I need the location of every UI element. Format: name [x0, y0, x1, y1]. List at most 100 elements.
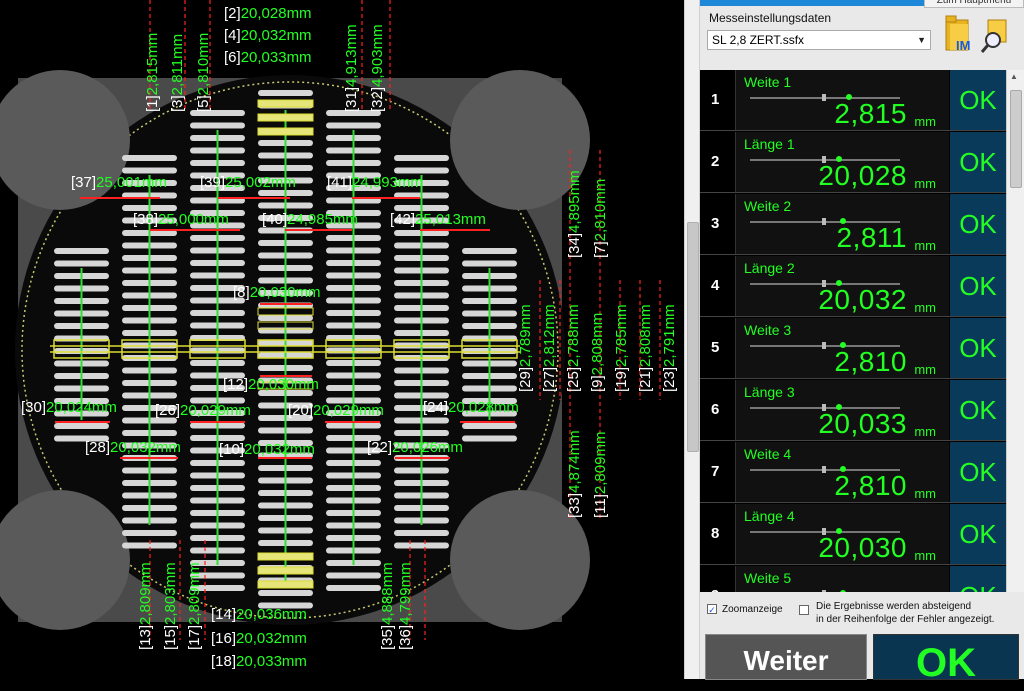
- slot: [326, 572, 381, 579]
- result-row[interactable]: 3 Weite 2 2,811 mm OK: [700, 194, 1006, 255]
- result-name: Länge 3: [744, 384, 795, 400]
- scroll-up-icon[interactable]: ▲: [1010, 72, 1018, 81]
- measurement-index: [37]: [71, 174, 97, 191]
- measurement-label: [42]25,013mm: [390, 212, 486, 228]
- measurement-label: [22]20,026mm: [367, 440, 463, 456]
- measurement-label: [14]20,036mm: [211, 607, 307, 623]
- main-menu-tab[interactable]: Zum Hauptmenü: [924, 0, 1024, 8]
- measurement-index: [8]: [233, 284, 250, 301]
- measured-marker: [840, 590, 846, 592]
- measurement-label: [39]25,002mm: [200, 175, 296, 191]
- measurement-value: 4,913mm: [343, 24, 360, 87]
- slot: [326, 585, 381, 591]
- measurement-label: [41]24,993mm: [327, 175, 423, 191]
- measurement-value: 20,032mm: [110, 439, 181, 456]
- result-number: 2: [711, 153, 720, 170]
- result-status: OK: [950, 318, 1006, 378]
- result-value: 2,815: [834, 98, 907, 129]
- sort-checkbox-box[interactable]: [799, 605, 809, 615]
- zoom-checkbox-box[interactable]: ✓: [707, 604, 717, 615]
- measured-slot: [257, 127, 314, 136]
- result-status: OK: [950, 132, 1006, 192]
- result-number: 1: [711, 91, 720, 108]
- measurement-index: [38]: [133, 211, 159, 228]
- measurement-label: [7]2,810mm: [592, 179, 609, 258]
- result-row[interactable]: 6 Länge 3 20,033 mm OK: [700, 380, 1006, 441]
- result-detail: Weite 4 2,810 mm: [735, 442, 949, 502]
- result-detail: Länge 4 20,030 mm: [735, 504, 949, 564]
- results-list[interactable]: 1 Weite 1 2,815 mm OK 2 Länge 1 20,028 m…: [700, 70, 1006, 592]
- measured-slot: [257, 566, 314, 575]
- result-name: Weite 3: [744, 322, 792, 338]
- measurement-label: [23]2,791mm: [661, 304, 678, 392]
- measurement-label: [40]24,985mm: [262, 212, 358, 228]
- result-status: OK: [950, 442, 1006, 502]
- measurement-value: 4,895mm: [566, 170, 583, 233]
- chevron-down-icon: ▼: [917, 35, 926, 45]
- slot: [394, 155, 449, 161]
- tolerance-marker: [822, 466, 826, 473]
- result-unit: mm: [914, 176, 936, 191]
- measurement-value: 2,791mm: [661, 304, 678, 367]
- measurement-label: [1]2,815mm: [144, 33, 161, 112]
- measurement-label: [24]20,028mm: [423, 400, 519, 416]
- result-value: 20,033: [818, 408, 907, 439]
- view-scrollbar-thumb[interactable]: [687, 222, 699, 452]
- measurement-value: 2,811mm: [169, 33, 186, 96]
- measurement-value: 2,789mm: [517, 304, 534, 367]
- measured-slot: [257, 580, 314, 589]
- measurement-index: [23]: [661, 366, 678, 392]
- result-row[interactable]: 4 Länge 2 20,032 mm OK: [700, 256, 1006, 317]
- measurement-view[interactable]: [2]20,028mm [4]20,032mm [6]20,033mm [37]25,…: [0, 0, 684, 679]
- result-row[interactable]: 7 Weite 4 2,810 mm OK: [700, 442, 1006, 503]
- measurement-value: 20,032mm: [236, 630, 307, 647]
- measurement-label: [5]2,810mm: [195, 33, 212, 112]
- measurement-value: 4,799mm: [397, 562, 414, 625]
- result-row[interactable]: 9 Weite 5 OK: [700, 566, 1006, 592]
- measurement-index: [35]: [379, 624, 396, 650]
- measurement-value: 2,809mm: [592, 431, 609, 495]
- result-row[interactable]: 2 Länge 1 20,028 mm OK: [700, 132, 1006, 193]
- measurement-label: [31]4,913mm: [343, 24, 360, 112]
- results-scrollbar[interactable]: ▲: [1006, 70, 1024, 592]
- next-button[interactable]: Weiter: [705, 634, 867, 680]
- result-unit: mm: [914, 548, 936, 563]
- view-scrollbar[interactable]: [684, 0, 700, 679]
- settings-file-select[interactable]: SL 2,8 ZERT.ssfx ▼: [707, 30, 931, 50]
- measurement-label: [19]2,785mm: [613, 304, 630, 392]
- slot: [462, 435, 517, 442]
- measurement-index: [26]: [155, 402, 181, 419]
- measurement-index: [9]: [589, 375, 606, 392]
- measurement-value: 20,032mm: [240, 27, 312, 44]
- measurement-value: 20,029mm: [313, 402, 384, 419]
- measurement-value: 24,993mm: [352, 174, 423, 191]
- result-name: Weite 4: [744, 446, 792, 462]
- search-folder-button[interactable]: [980, 18, 1010, 54]
- measurement-value: 25,002mm: [225, 174, 296, 191]
- measurement-index: [24]: [423, 399, 449, 416]
- measurement-value: 20,028mm: [448, 399, 519, 416]
- settings-panel: Zum Hauptmenü Messeinstellungsdaten SL 2…: [700, 0, 1024, 685]
- im-folder-button[interactable]: IM: [944, 14, 976, 54]
- measurement-index: [22]: [367, 439, 393, 456]
- measurement-value: 25,000mm: [158, 211, 229, 228]
- result-row[interactable]: 5 Weite 3 2,810 mm OK: [700, 318, 1006, 379]
- settings-label: Messeinstellungsdaten: [709, 11, 832, 25]
- measurement-value: 2,809mm: [137, 562, 154, 625]
- measurement-index: [20]: [288, 402, 314, 419]
- measurement-index: [29]: [517, 366, 534, 392]
- results-scrollbar-thumb[interactable]: [1010, 90, 1022, 188]
- measurement-index: [33]: [566, 492, 583, 518]
- measurement-value: 25,013mm: [415, 211, 486, 228]
- slot: [462, 423, 517, 429]
- tolerance-marker: [822, 342, 826, 349]
- result-row[interactable]: 8 Länge 4 20,030 mm OK: [700, 504, 1006, 565]
- result-row[interactable]: 1 Weite 1 2,815 mm OK: [700, 70, 1006, 131]
- result-status: OK: [950, 194, 1006, 254]
- measurement-index: [30]: [21, 399, 47, 416]
- zoom-checkbox[interactable]: ✓ Zoomanzeige: [707, 604, 783, 615]
- measurement-label: [26]20,029mm: [155, 403, 251, 419]
- measurement-value: 24,985mm: [287, 211, 358, 228]
- measurement-value: 4,888mm: [379, 562, 396, 625]
- measurement-value: 2,812mm: [541, 304, 558, 367]
